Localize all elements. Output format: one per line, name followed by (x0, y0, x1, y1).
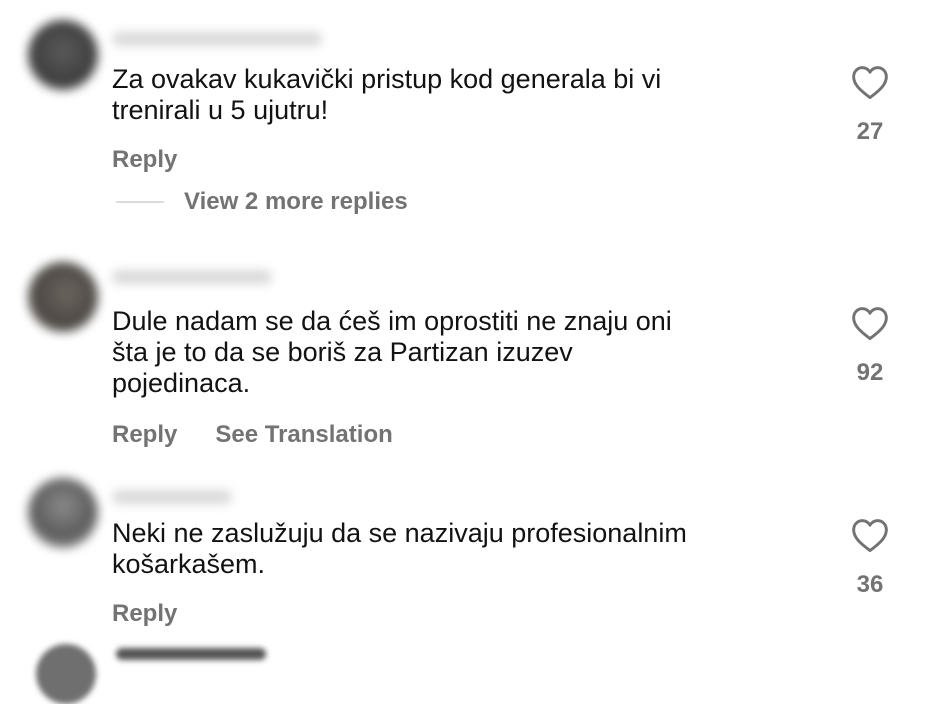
view-more-replies[interactable]: View 2 more replies (116, 188, 408, 216)
avatar[interactable] (36, 644, 96, 704)
username-blurred[interactable] (112, 270, 272, 284)
comment-text: Za ovakav kukavički pristup kod generala… (112, 64, 662, 125)
see-translation-button[interactable]: See Translation (215, 421, 392, 449)
like-column: 36 (848, 517, 892, 599)
username-blurred[interactable] (116, 648, 266, 660)
like-count: 92 (856, 359, 884, 386)
heart-icon[interactable] (850, 305, 890, 341)
reply-button[interactable]: Reply (112, 146, 177, 174)
like-count: 36 (856, 571, 884, 598)
replies-divider (116, 201, 164, 203)
comment-actions: Reply See Translation (112, 421, 393, 449)
avatar[interactable] (28, 262, 98, 332)
username-blurred[interactable] (112, 32, 322, 46)
comment-text: Dule nadam se da ćeš im oprostiti ne zna… (112, 306, 672, 398)
comment-text: Neki ne zaslužuju da se nazivaju profesi… (112, 518, 687, 579)
heart-icon[interactable] (850, 517, 890, 553)
view-replies-label: View 2 more replies (184, 188, 408, 215)
comment-actions: Reply (112, 146, 177, 174)
like-column: 27 (848, 64, 892, 146)
avatar[interactable] (28, 20, 98, 90)
like-count: 27 (856, 118, 884, 145)
reply-button[interactable]: Reply (112, 421, 177, 449)
avatar[interactable] (28, 478, 98, 548)
heart-icon[interactable] (850, 64, 890, 100)
username-blurred[interactable] (112, 490, 232, 504)
like-column: 92 (848, 305, 892, 387)
comment-actions: Reply (112, 600, 177, 628)
reply-button[interactable]: Reply (112, 600, 177, 628)
